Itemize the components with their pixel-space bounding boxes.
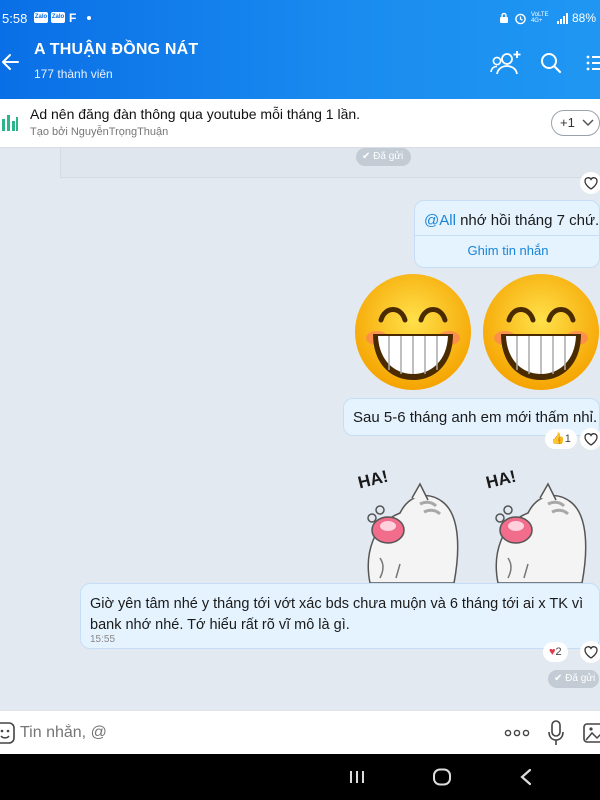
battery-level: 88% bbox=[571, 11, 596, 25]
heart-outline-icon bbox=[584, 646, 598, 659]
status-time: 5:58 bbox=[2, 11, 28, 26]
pin-message-button[interactable]: Ghim tin nhắn bbox=[415, 243, 600, 258]
back-arrow-icon[interactable] bbox=[0, 52, 22, 72]
status-bar: 5:58 Zalo Zalo F VoLTE 4G+ 88% bbox=[0, 0, 600, 38]
more-pinned-count: +1 bbox=[560, 115, 575, 130]
alarm-icon bbox=[515, 13, 526, 24]
pinned-poll-banner[interactable]: Ad nên đăng đàn thông qua youtube mỗi th… bbox=[0, 99, 600, 148]
facebook-notification-icon: F bbox=[69, 11, 77, 25]
zalo-notification-icon: Zalo bbox=[34, 12, 48, 23]
grinning-face-emoji[interactable] bbox=[353, 272, 473, 392]
group-title[interactable]: A THUẬN ĐỒNG NÁT bbox=[34, 41, 198, 59]
more-notifications-icon bbox=[87, 16, 91, 20]
sent-status-badge: ✔ Đã gửi bbox=[356, 148, 412, 166]
reaction-count-badge[interactable]: ♥2 bbox=[543, 642, 568, 662]
react-heart-button[interactable] bbox=[580, 641, 600, 663]
member-count[interactable]: 177 thành viên bbox=[34, 67, 113, 81]
message-time: 15:55 bbox=[90, 634, 116, 645]
heart-outline-icon bbox=[584, 177, 598, 190]
mention-all[interactable]: @All bbox=[424, 212, 456, 229]
pinned-text: Ad nên đăng đàn thông qua youtube mỗi th… bbox=[30, 106, 361, 122]
home-icon[interactable] bbox=[432, 768, 452, 786]
lock-icon bbox=[499, 12, 508, 23]
microphone-icon[interactable] bbox=[548, 720, 564, 746]
system-back-icon[interactable] bbox=[519, 768, 533, 786]
thumbs-up-icon: 👍 bbox=[551, 433, 565, 445]
zalo-notification-icon: Zalo bbox=[51, 12, 65, 23]
laughing-cat-sticker[interactable]: HA! bbox=[478, 467, 590, 583]
poll-icon bbox=[2, 115, 18, 131]
system-navigation-bar bbox=[0, 754, 600, 800]
check-icon: ✔ bbox=[362, 151, 374, 162]
message-input-bar bbox=[0, 710, 600, 754]
previous-message-fragment bbox=[60, 148, 600, 178]
react-heart-button[interactable] bbox=[580, 172, 600, 194]
message-text: Giờ yên tâm nhé y tháng tới vớt xác bds … bbox=[90, 596, 584, 633]
chevron-down-icon bbox=[582, 119, 594, 127]
message-text: @All nhớ hồi tháng 7 chứ. bbox=[424, 212, 600, 229]
reaction-count-badge[interactable]: 👍1 bbox=[545, 429, 577, 449]
react-heart-button[interactable] bbox=[580, 428, 600, 450]
check-icon: ✔ bbox=[554, 673, 566, 684]
sent-status-badge: ✔ Đã gửi bbox=[548, 670, 600, 688]
grinning-face-emoji[interactable] bbox=[481, 272, 600, 392]
sticker-emoji-icon[interactable] bbox=[0, 722, 16, 744]
more-pinned-button[interactable]: +1 bbox=[551, 110, 600, 136]
network-type: VoLTE 4G+ bbox=[530, 12, 549, 24]
message-input[interactable] bbox=[20, 717, 490, 749]
signal-icon bbox=[556, 12, 568, 24]
recent-apps-icon[interactable] bbox=[349, 769, 365, 785]
app-header: 5:58 Zalo Zalo F VoLTE 4G+ 88% A THUẬN Đ… bbox=[0, 0, 600, 99]
message-text: Sau 5-6 tháng anh em mới thấm nhỉ. bbox=[353, 409, 598, 426]
more-options-icon[interactable] bbox=[504, 729, 530, 737]
message-bubble[interactable]: @All nhớ hồi tháng 7 chứ. Ghim tin nhắn bbox=[414, 200, 600, 268]
laughing-cat-sticker[interactable]: HA! bbox=[350, 467, 462, 583]
menu-list-icon[interactable] bbox=[586, 54, 600, 72]
add-member-icon[interactable] bbox=[490, 50, 522, 76]
status-right: VoLTE 4G+ 88% bbox=[498, 11, 596, 25]
message-bubble[interactable]: Giờ yên tâm nhé y tháng tới vớt xác bds … bbox=[80, 583, 600, 649]
image-gallery-icon[interactable] bbox=[582, 722, 600, 744]
heart-outline-icon bbox=[584, 433, 598, 446]
pinned-author: Tạo bởi NguyễnTrọngThuận bbox=[30, 126, 169, 138]
search-icon[interactable] bbox=[540, 52, 562, 74]
